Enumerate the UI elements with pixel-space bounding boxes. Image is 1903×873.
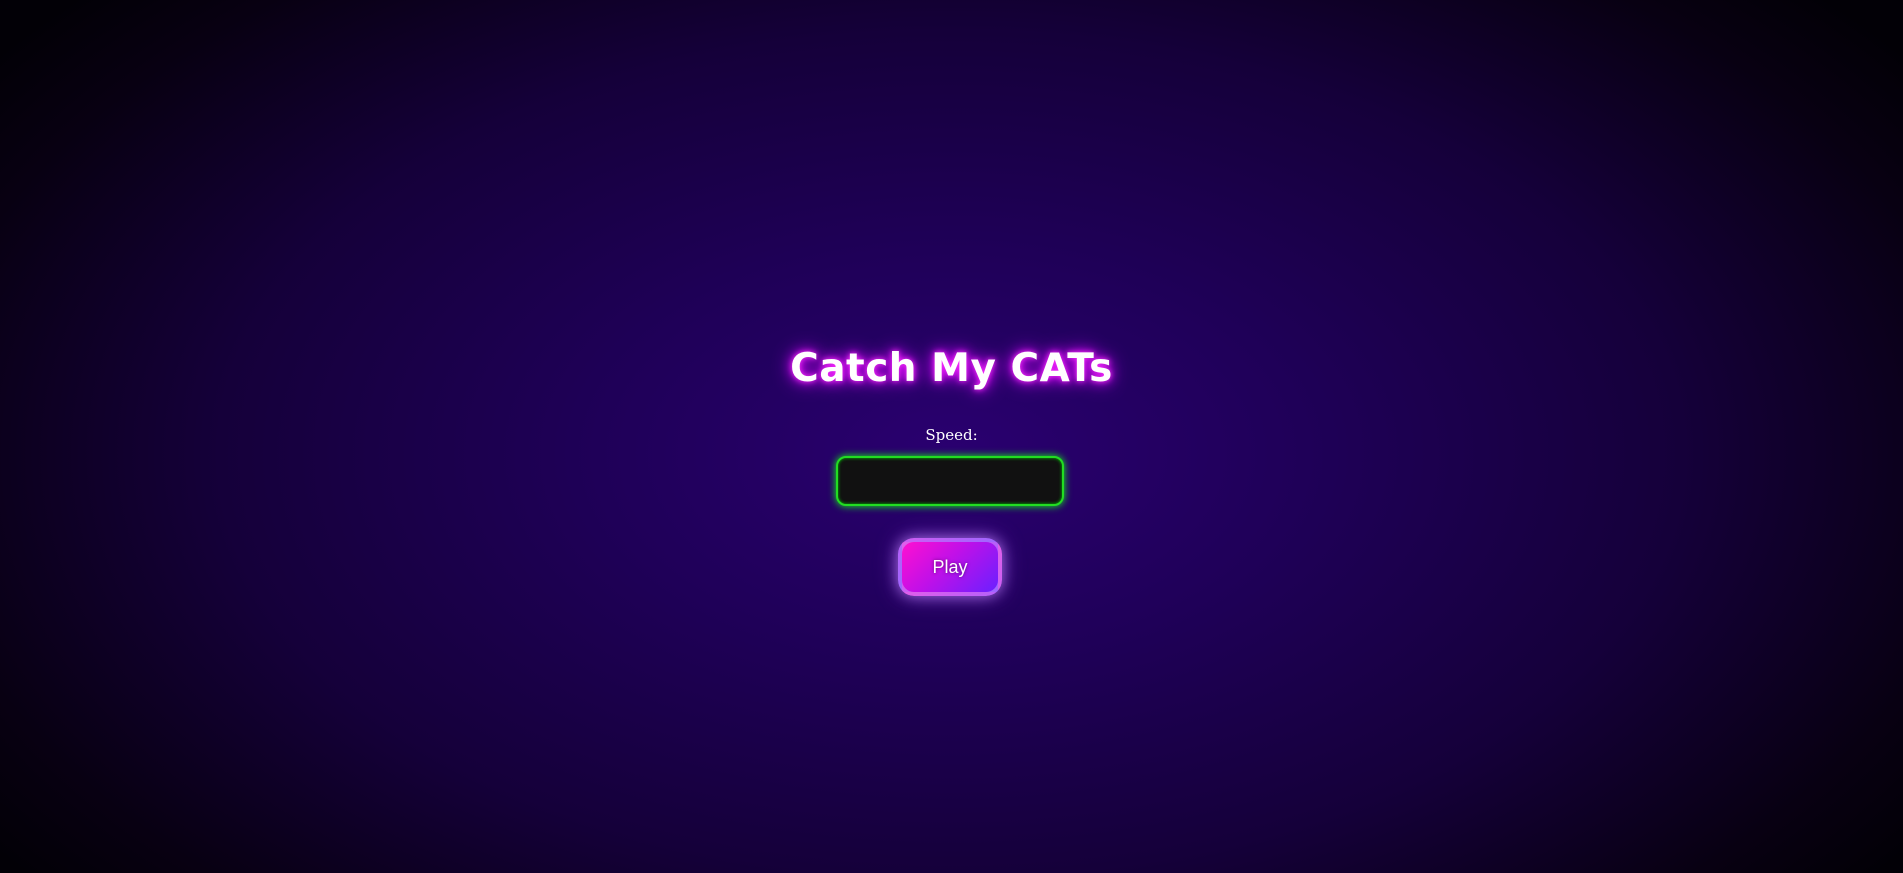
speed-input[interactable] xyxy=(836,456,1064,506)
speed-label: Speed: xyxy=(925,426,978,444)
start-menu: Catch My CATs Speed: Play xyxy=(0,0,1903,873)
game-title: Catch My CATs xyxy=(790,346,1113,391)
play-button[interactable]: Play xyxy=(898,538,1002,596)
